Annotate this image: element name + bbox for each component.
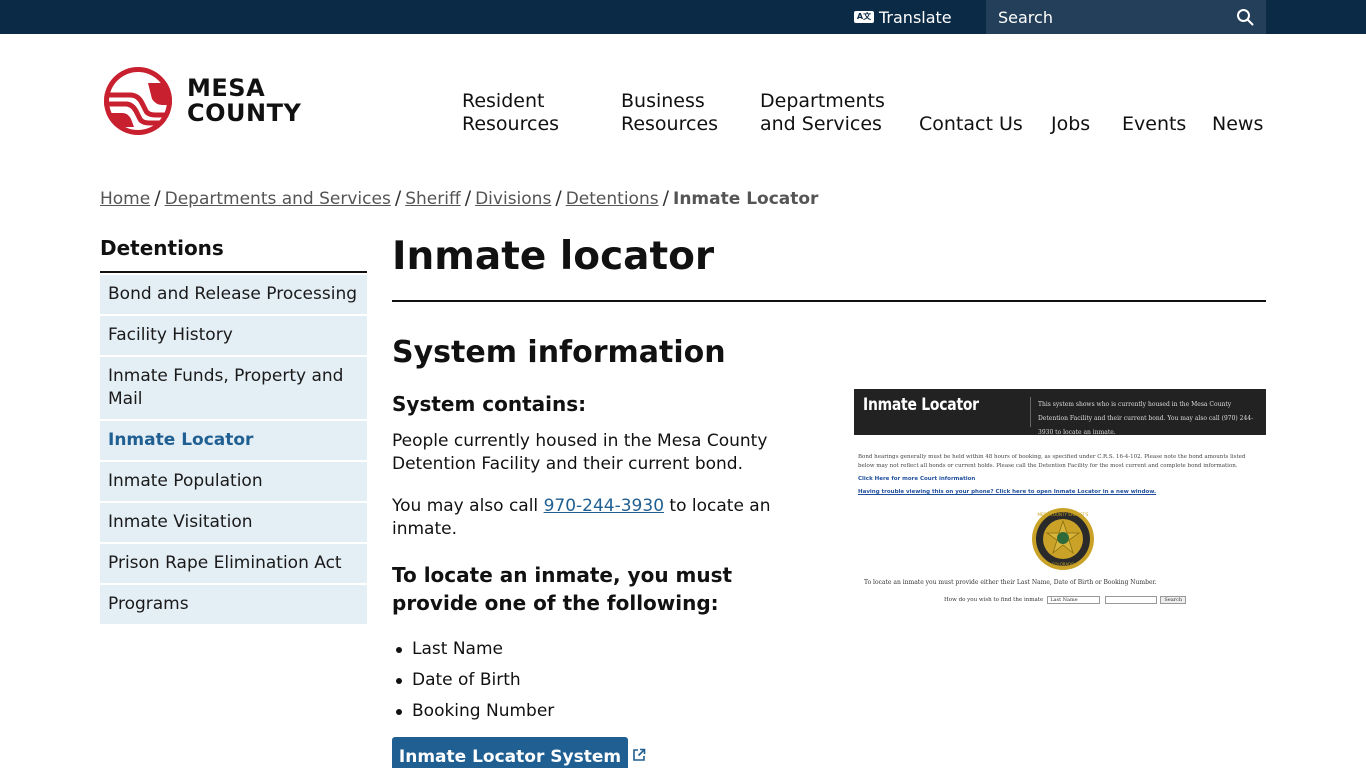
preview-divider — [1030, 397, 1031, 427]
external-link-icon — [633, 748, 646, 761]
translate-icon: A文 — [854, 11, 874, 23]
logo-line-mesa: MESA — [187, 74, 266, 102]
breadcrumb-separator: / — [555, 187, 562, 209]
contains-heading: System contains: — [392, 392, 587, 416]
preview-body-text: Bond hearings generally must be held wit… — [858, 454, 1246, 469]
breadcrumb-home[interactable]: Home — [100, 189, 150, 209]
breadcrumb-sheriff[interactable]: Sheriff — [405, 189, 460, 209]
sidebar-item-inmate-locator[interactable]: Inmate Locator — [100, 421, 367, 460]
call-text: You may also call 970-244-3930 to locate… — [392, 495, 802, 541]
preview-court-link: Click Here for more Court information — [858, 476, 976, 482]
nav-label: and Services — [760, 113, 882, 135]
utility-bar: A文 Translate — [0, 0, 1366, 34]
sidebar-item-inmate-population[interactable]: Inmate Population — [100, 462, 367, 501]
nav-jobs[interactable]: Jobs — [1051, 113, 1090, 136]
preview-input — [1105, 596, 1158, 604]
title-divider — [392, 300, 1266, 302]
logo-wordmark: MESA COUNTY — [187, 76, 301, 126]
list-item: Booking Number — [395, 696, 554, 727]
phone-link[interactable]: 970-244-3930 — [544, 496, 664, 516]
preview-header: Inmate Locator This system shows who is … — [854, 389, 1266, 436]
nav-label: News — [1212, 113, 1264, 135]
preview-form-label: How do you wish to find the inmate — [944, 597, 1044, 603]
inmate-locator-system-button[interactable]: Inmate Locator System — [392, 737, 628, 768]
search-input[interactable] — [986, 0, 1226, 34]
translate-label: Translate — [879, 7, 952, 27]
inmate-locator-preview-image: Inmate Locator This system shows who is … — [854, 389, 1266, 609]
preview-phone-link: Having trouble viewing this on your phon… — [858, 489, 1157, 495]
nav-label: Resources — [621, 113, 719, 135]
nav-business-resources[interactable]: Business Resources — [621, 90, 718, 136]
nav-departments-and-services[interactable]: Departments and Services — [760, 90, 885, 136]
breadcrumb-separator: / — [464, 187, 472, 209]
main-nav: Resident Resources Business Resources De… — [462, 86, 1266, 136]
nav-label: Events — [1122, 113, 1187, 135]
seal-text-bottom: COLORADO — [1052, 562, 1075, 567]
preview-select: Last Name — [1047, 596, 1101, 604]
section-title: System information — [392, 335, 726, 370]
seal-text-top: MESA COUNTY SHERIFF'S — [1038, 512, 1089, 517]
nav-contact-us[interactable]: Contact Us — [919, 113, 1023, 136]
breadcrumb-separator: / — [154, 187, 161, 209]
preview-header-text: This system shows who is currently house… — [1038, 401, 1254, 436]
contains-text: People currently housed in the Mesa Coun… — [392, 431, 768, 474]
preview-title: Inmate Locator — [863, 395, 979, 415]
nav-events[interactable]: Events — [1122, 113, 1186, 136]
sidebar-item-programs[interactable]: Programs — [100, 585, 367, 624]
sidebar-item-inmate-visitation[interactable]: Inmate Visitation — [100, 503, 367, 542]
nav-label: Departments — [760, 90, 885, 112]
nav-resident-resources[interactable]: Resident Resources — [462, 90, 559, 136]
requirements-list: Last Name Date of Birth Booking Number — [395, 634, 554, 727]
list-item: Date of Birth — [395, 665, 554, 696]
search-box — [986, 0, 1266, 34]
breadcrumb-divisions[interactable]: Divisions — [475, 189, 551, 209]
preview-requirement-text: To locate an inmate you must provide eit… — [864, 579, 1157, 586]
sidebar-nav: Bond and Release Processing Facility His… — [100, 275, 367, 626]
mesa-county-emblem-icon — [104, 67, 172, 135]
sidebar-item-prea[interactable]: Prison Rape Elimination Act — [100, 544, 367, 583]
nav-news[interactable]: News — [1212, 113, 1263, 136]
page-title: Inmate locator — [392, 234, 715, 279]
breadcrumb-current: Inmate Locator — [673, 189, 819, 209]
sidebar-item-inmate-funds[interactable]: Inmate Funds, Property and Mail — [100, 357, 367, 419]
translate-button[interactable]: A文 Translate — [854, 0, 952, 34]
breadcrumb: Home / Departments and Services / Sheriff / Di… — [100, 187, 818, 209]
sidebar-item-facility-history[interactable]: Facility History — [100, 316, 367, 355]
list-item: Last Name — [395, 634, 554, 665]
sidebar-divider — [100, 271, 367, 273]
preview-search-form: How do you wish to find the inmate Last … — [944, 596, 1187, 604]
search-icon[interactable] — [1236, 8, 1254, 26]
nav-label: Resident — [462, 90, 545, 112]
nav-label: Business — [621, 90, 705, 112]
breadcrumb-separator: / — [394, 187, 402, 209]
breadcrumb-separator: / — [662, 187, 669, 209]
locate-heading: To locate an inmate, you must provide on… — [392, 563, 733, 615]
logo-line-county: COUNTY — [187, 99, 302, 127]
nav-label: Resources — [462, 113, 560, 135]
breadcrumb-departments[interactable]: Departments and Services — [165, 189, 391, 209]
breadcrumb-detentions[interactable]: Detentions — [566, 189, 659, 209]
sidebar-title: Detentions — [100, 236, 224, 260]
sheriff-seal-icon: MESA COUNTY SHERIFF'S COLORADO — [1032, 508, 1094, 570]
nav-label: Jobs — [1051, 113, 1091, 135]
mesa-county-logo[interactable]: MESA COUNTY — [100, 65, 301, 137]
sidebar-item-bond-and-release[interactable]: Bond and Release Processing — [100, 275, 367, 314]
call-prefix: You may also call — [392, 496, 544, 516]
nav-label: Contact Us — [919, 113, 1023, 135]
preview-search-button: Search — [1160, 596, 1187, 604]
